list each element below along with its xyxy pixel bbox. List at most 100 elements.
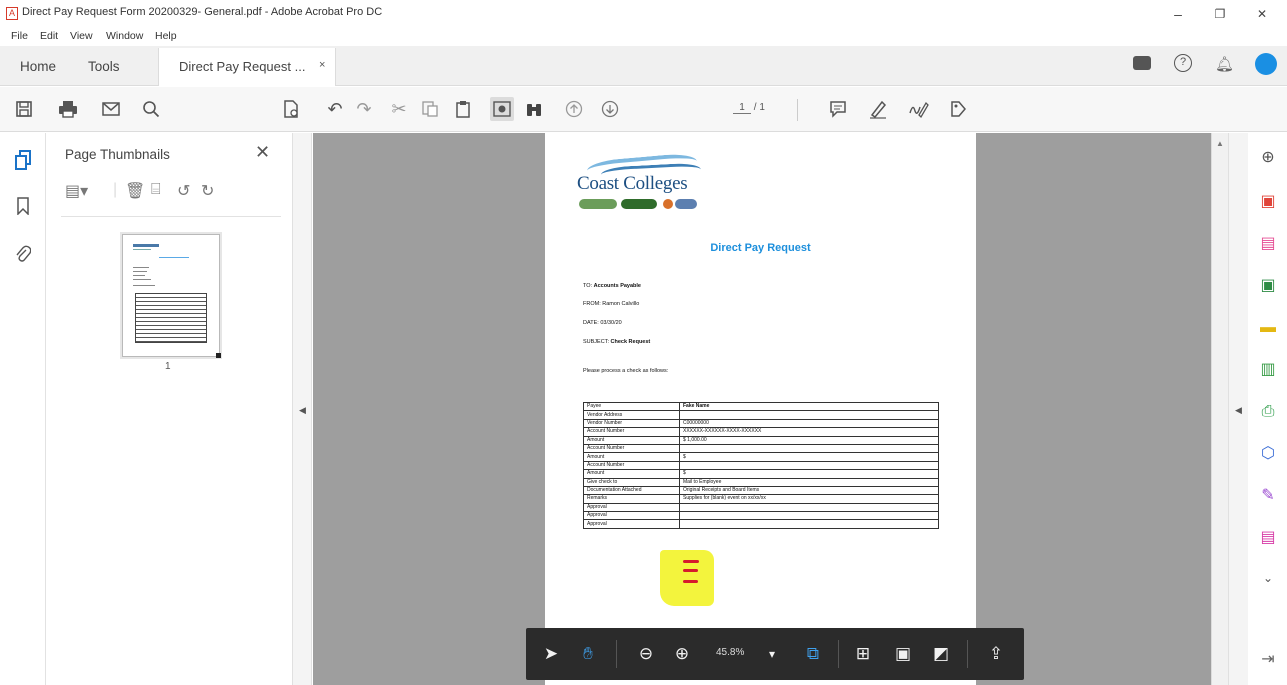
attachment-icon[interactable] — [12, 245, 34, 267]
row-value — [679, 410, 939, 420]
insert-page-icon[interactable]: ⌸ — [151, 181, 161, 199]
close-window-button[interactable]: ✕ — [1247, 4, 1277, 24]
left-panel-splitter[interactable]: ◀ — [292, 133, 312, 685]
menu-file[interactable]: File — [11, 30, 28, 42]
snapshot-icon[interactable] — [490, 97, 514, 121]
row-label: Remarks — [583, 494, 680, 504]
college-mark — [579, 199, 617, 209]
collapse-left-icon[interactable]: ◀ — [299, 405, 306, 416]
memo-to: TO: Accounts Payable — [583, 283, 641, 289]
page-display-icon[interactable]: ⧉ — [801, 642, 825, 666]
row-value: XXXXXX-XXXXXX-XXXX-XXXXXX — [679, 427, 939, 437]
zoom-value[interactable]: 45.8% — [716, 647, 744, 658]
memo-label: TO: — [583, 283, 593, 289]
export-pdf-tool-icon[interactable]: ▣ — [1257, 275, 1279, 297]
table-row: Account Number — [583, 443, 939, 454]
row-value — [679, 443, 939, 454]
right-panel-splitter[interactable]: ◀ — [1228, 133, 1248, 685]
thumb-logo — [133, 244, 159, 247]
row-value — [679, 511, 939, 521]
expand-right-icon[interactable]: ◀ — [1235, 405, 1242, 416]
page-number-input[interactable]: 1 — [733, 102, 751, 114]
menu-edit[interactable]: Edit — [40, 30, 58, 42]
zoom-dropdown-icon[interactable]: ▾ — [760, 642, 784, 666]
tab-home[interactable]: Home — [20, 59, 56, 74]
print-icon[interactable] — [56, 97, 80, 121]
fill-sign-tool-icon[interactable]: ✎ — [1257, 485, 1279, 507]
restore-button[interactable]: ❐ — [1205, 4, 1235, 24]
table-row: Documentation Attached Original Receipts … — [583, 485, 939, 496]
save-icon[interactable] — [12, 97, 36, 121]
delete-page-icon[interactable]: 🗑︎ — [125, 181, 145, 201]
create-pdf-tool-icon[interactable]: ▣ — [1257, 191, 1279, 213]
share-upload-icon[interactable]: ⇪ — [984, 642, 1008, 666]
menu-window[interactable]: Window — [106, 30, 143, 42]
toolbar-divider — [797, 99, 798, 121]
scan-tool-icon[interactable]: ⎙ — [1257, 401, 1279, 423]
row-value: Original Receipts and Board Items — [679, 485, 939, 496]
sign-icon[interactable] — [906, 97, 930, 121]
zoom-in-icon[interactable]: ⊕ — [670, 642, 694, 666]
table-row: Amount $ 1,000.00 — [583, 435, 939, 445]
panel-close-icon[interactable]: ✕ — [255, 142, 270, 163]
prepare-form-tool-icon[interactable]: ▤ — [1257, 527, 1279, 549]
page-thumbnails-icon[interactable] — [12, 150, 34, 172]
fit-page-icon[interactable]: ⊞ — [851, 642, 875, 666]
find-binoculars-icon[interactable] — [522, 97, 546, 121]
organize-pages-tool-icon[interactable]: ▥ — [1257, 359, 1279, 381]
memo-value: Accounts Payable — [593, 283, 641, 289]
table-row: Approval — [583, 511, 939, 521]
bookmark-icon[interactable] — [12, 197, 34, 219]
edit-pdf-tool-icon[interactable]: ▤ — [1257, 233, 1279, 255]
vertical-scrollbar[interactable]: ▲ — [1211, 133, 1228, 685]
collapse-tools-icon[interactable]: ⇥ — [1257, 649, 1279, 671]
thumbnail-options-icon[interactable]: ▤▾ — [65, 181, 88, 201]
clipboard-icon[interactable] — [451, 97, 475, 121]
scroll-up-icon[interactable]: ▲ — [1216, 139, 1224, 148]
tab-document[interactable]: Direct Pay Request ... × — [158, 48, 336, 86]
menu-view[interactable]: View — [70, 30, 93, 42]
document-heading: Direct Pay Request — [710, 242, 811, 254]
tab-close-icon[interactable]: × — [319, 59, 325, 71]
menu-help[interactable]: Help — [155, 30, 177, 42]
copy-icon[interactable] — [418, 97, 442, 121]
tag-share-icon[interactable] — [946, 97, 970, 121]
separator — [838, 640, 839, 668]
next-page-icon[interactable] — [598, 97, 622, 121]
yellow-highlight-annotation[interactable] — [660, 550, 714, 606]
tab-tools[interactable]: Tools — [88, 59, 120, 74]
avatar[interactable] — [1255, 53, 1277, 75]
protect-tool-icon[interactable]: ⬡ — [1257, 443, 1279, 465]
zoom-tool-icon[interactable]: ⊕ — [1257, 147, 1279, 169]
fit-width-icon[interactable]: ▣ — [891, 642, 915, 666]
memo-label: DATE: — [583, 320, 599, 326]
cut-icon[interactable]: ✂ — [387, 97, 411, 121]
more-tools-icon[interactable]: ⌄ — [1257, 567, 1279, 589]
redo-icon[interactable]: ↷ — [352, 97, 376, 121]
row-value: $ — [679, 452, 939, 462]
panel-title: Page Thumbnails — [65, 147, 170, 162]
search-icon[interactable] — [139, 97, 163, 121]
undo-icon[interactable]: ↶ — [323, 97, 347, 121]
page-thumbnail[interactable] — [122, 234, 221, 358]
logo-sub-marks — [579, 199, 709, 209]
help-icon[interactable]: ? — [1174, 54, 1192, 72]
comment-bubble-icon[interactable] — [1133, 56, 1151, 70]
bell-icon[interactable]: 🔔︎ — [1215, 55, 1234, 73]
memo-value: 03/30/20 — [600, 320, 622, 326]
full-screen-icon[interactable]: ◩ — [929, 642, 953, 666]
select-tool-icon[interactable]: ➤ — [539, 642, 563, 666]
email-icon[interactable] — [99, 97, 123, 121]
minimize-button[interactable]: – — [1163, 4, 1193, 24]
hand-tool-icon[interactable]: ✋︎ — [576, 642, 600, 666]
rotate-left-icon[interactable]: ↺ — [177, 181, 190, 201]
create-pdf-icon[interactable] — [279, 97, 303, 121]
comment-tool-icon[interactable]: ▬ — [1257, 317, 1279, 339]
zoom-out-icon[interactable]: ⊖ — [634, 642, 658, 666]
logo-text: Coast Colleges — [577, 173, 688, 194]
highlight-pen-icon[interactable] — [866, 97, 890, 121]
previous-page-icon[interactable] — [562, 97, 586, 121]
main-toolbar: ↶ ↷ ✂ 1 / 1 — [0, 87, 1287, 132]
comment-icon[interactable] — [826, 97, 850, 121]
rotate-right-icon[interactable]: ↻ — [201, 181, 214, 201]
